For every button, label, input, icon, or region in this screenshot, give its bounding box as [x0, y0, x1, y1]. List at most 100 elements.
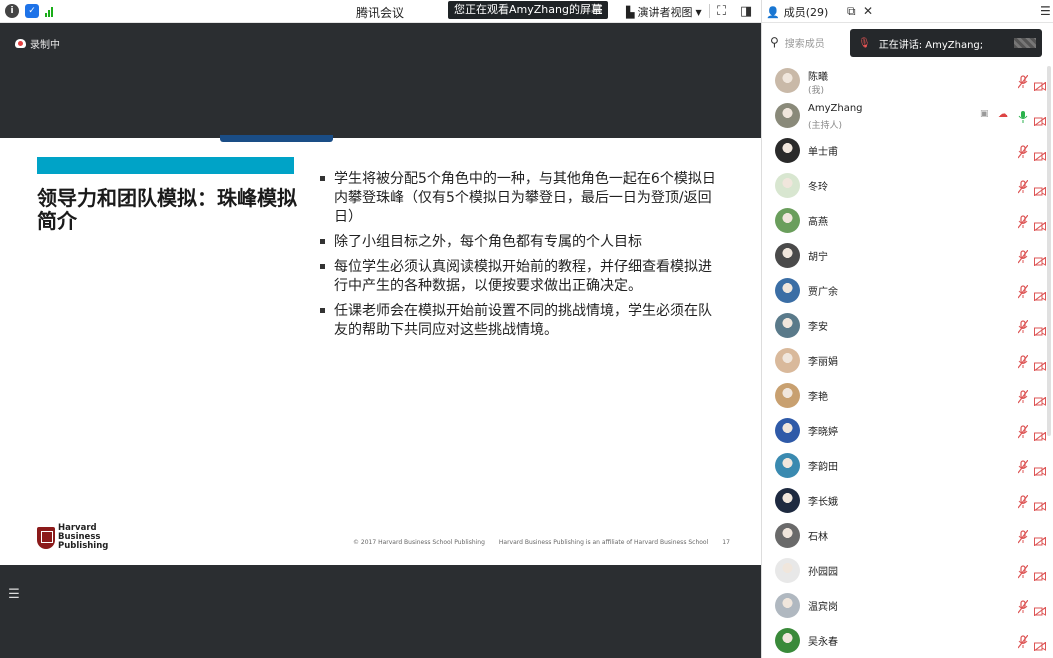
- mic-muted-icon[interactable]: [1017, 284, 1029, 299]
- avatar[interactable]: [775, 138, 800, 163]
- member-row[interactable]: 李艳: [762, 378, 1053, 413]
- screen-share-banner[interactable]: 您正在观看AmyZhang的屏幕 ☰: [448, 1, 608, 19]
- mic-muted-icon[interactable]: [1017, 144, 1029, 159]
- presenter-view-button[interactable]: ▙ 演讲者视图 ▼: [626, 4, 702, 20]
- mic-muted-icon[interactable]: [1017, 424, 1029, 439]
- slide-bullet: 学生将被分配5个角色中的一种，与其他角色一起在6个模拟日内攀登珠峰（仅有5个模拟…: [318, 170, 718, 227]
- avatar[interactable]: [775, 628, 800, 653]
- member-row[interactable]: 孙园园: [762, 553, 1053, 588]
- camera-off-icon[interactable]: [1033, 146, 1047, 162]
- stage-top-area: 录制中: [0, 23, 761, 138]
- member-row[interactable]: 冬玲: [762, 168, 1053, 203]
- mic-muted-icon[interactable]: [1017, 179, 1029, 194]
- popout-icon[interactable]: ⧉: [847, 4, 856, 19]
- mic-muted-icon[interactable]: [1017, 389, 1029, 404]
- camera-off-icon[interactable]: [1033, 566, 1047, 582]
- camera-off-icon[interactable]: [1033, 531, 1047, 547]
- members-panel: 👤 成员(29) ⧉ ✕ ☰ ⚲ 搜索成员 🎙 正在讲话: AmyZhang; …: [761, 0, 1053, 658]
- mic-muted-icon[interactable]: [1017, 564, 1029, 579]
- member-search-input[interactable]: ⚲ 搜索成员: [770, 31, 856, 53]
- layout-icon[interactable]: ◨: [740, 4, 752, 19]
- camera-off-icon[interactable]: [1033, 426, 1047, 442]
- mic-muted-icon[interactable]: [1017, 459, 1029, 474]
- cloud-record-icon: ☁: [998, 109, 1008, 120]
- menu-icon[interactable]: ☰: [592, 1, 603, 19]
- avatar[interactable]: [775, 103, 800, 128]
- camera-off-icon[interactable]: [1033, 111, 1047, 127]
- avatar[interactable]: [775, 488, 800, 513]
- camera-off-icon[interactable]: [1033, 496, 1047, 512]
- info-icon[interactable]: i: [5, 4, 19, 18]
- avatar[interactable]: [775, 383, 800, 408]
- avatar[interactable]: [775, 68, 800, 93]
- member-name: 石林: [808, 532, 828, 543]
- avatar[interactable]: [775, 278, 800, 303]
- camera-off-icon[interactable]: [1033, 391, 1047, 407]
- avatar[interactable]: [775, 453, 800, 478]
- member-row[interactable]: 单士甫: [762, 133, 1053, 168]
- divider: [709, 4, 710, 18]
- footer-copyright: © 2017 Harvard Business School Publishin…: [353, 539, 485, 546]
- list-icon[interactable]: ☰: [3, 584, 25, 606]
- member-row[interactable]: 李安: [762, 308, 1053, 343]
- mic-muted-icon[interactable]: [1017, 529, 1029, 544]
- shield-icon[interactable]: ✓: [25, 4, 39, 18]
- speaking-name: AmyZhang;: [925, 39, 984, 51]
- member-row[interactable]: 吴永春: [762, 623, 1053, 658]
- camera-off-icon[interactable]: [1033, 461, 1047, 477]
- camera-off-icon[interactable]: [1033, 356, 1047, 372]
- slide-footer: © 2017 Harvard Business School Publishin…: [353, 539, 730, 546]
- mic-on-icon[interactable]: [1018, 109, 1028, 123]
- mic-muted-icon[interactable]: [1017, 214, 1029, 229]
- member-row[interactable]: 李丽娟: [762, 343, 1053, 378]
- member-row[interactable]: 石林: [762, 518, 1053, 553]
- avatar[interactable]: [775, 558, 800, 583]
- member-row[interactable]: 胡宁: [762, 238, 1053, 273]
- mic-muted-icon[interactable]: [1017, 494, 1029, 509]
- camera-off-icon[interactable]: [1033, 601, 1047, 617]
- avatar[interactable]: [775, 593, 800, 618]
- avatar[interactable]: [775, 208, 800, 233]
- mic-muted-icon[interactable]: [1017, 319, 1029, 334]
- camera-off-icon[interactable]: [1033, 216, 1047, 232]
- camera-off-icon[interactable]: [1033, 636, 1047, 652]
- member-row[interactable]: 温宾岗: [762, 588, 1053, 623]
- avatar[interactable]: [775, 348, 800, 373]
- mic-muted-icon[interactable]: [1017, 74, 1029, 89]
- speaking-label: 正在讲话:: [878, 39, 923, 51]
- chevron-down-icon: ▼: [695, 7, 702, 17]
- camera-off-icon[interactable]: [1033, 181, 1047, 197]
- member-role: (主持人): [808, 121, 843, 131]
- camera-off-icon[interactable]: [1033, 76, 1047, 92]
- avatar[interactable]: [775, 243, 800, 268]
- member-list-scrollbar[interactable]: [1047, 66, 1051, 436]
- member-name: 李艳: [808, 392, 828, 403]
- member-row[interactable]: 贾广余: [762, 273, 1053, 308]
- member-row[interactable]: 陈曦 (我): [762, 63, 1053, 98]
- camera-off-icon[interactable]: [1033, 251, 1047, 267]
- signal-icon[interactable]: [45, 5, 53, 17]
- avatar[interactable]: [775, 418, 800, 443]
- mic-muted-icon[interactable]: [1017, 634, 1029, 649]
- member-row[interactable]: AmyZhang (主持人) ▣ ☁: [762, 98, 1053, 133]
- mic-muted-icon[interactable]: [1017, 599, 1029, 614]
- search-icon: ⚲: [770, 35, 779, 49]
- avatar[interactable]: [775, 313, 800, 338]
- slide-title: 领导力和团队模拟：珠峰模拟简介: [37, 186, 297, 233]
- members-tab[interactable]: 👤 成员(29): [766, 4, 828, 20]
- fullscreen-icon[interactable]: ⛶: [717, 4, 726, 19]
- member-row[interactable]: 李韵田: [762, 448, 1053, 483]
- close-icon[interactable]: ✕: [863, 4, 873, 18]
- mic-muted-icon[interactable]: [1017, 249, 1029, 264]
- member-row[interactable]: 李晓婷: [762, 413, 1053, 448]
- mic-muted-icon[interactable]: [1017, 354, 1029, 369]
- member-row[interactable]: 高燕: [762, 203, 1053, 238]
- camera-off-icon[interactable]: [1033, 321, 1047, 337]
- camera-off-icon[interactable]: [1033, 286, 1047, 302]
- logo-line: Publishing: [58, 541, 109, 551]
- menu-icon[interactable]: ☰: [1040, 4, 1051, 18]
- member-name: 李长娥: [808, 497, 838, 508]
- avatar[interactable]: [775, 173, 800, 198]
- member-row[interactable]: 李长娥: [762, 483, 1053, 518]
- avatar[interactable]: [775, 523, 800, 548]
